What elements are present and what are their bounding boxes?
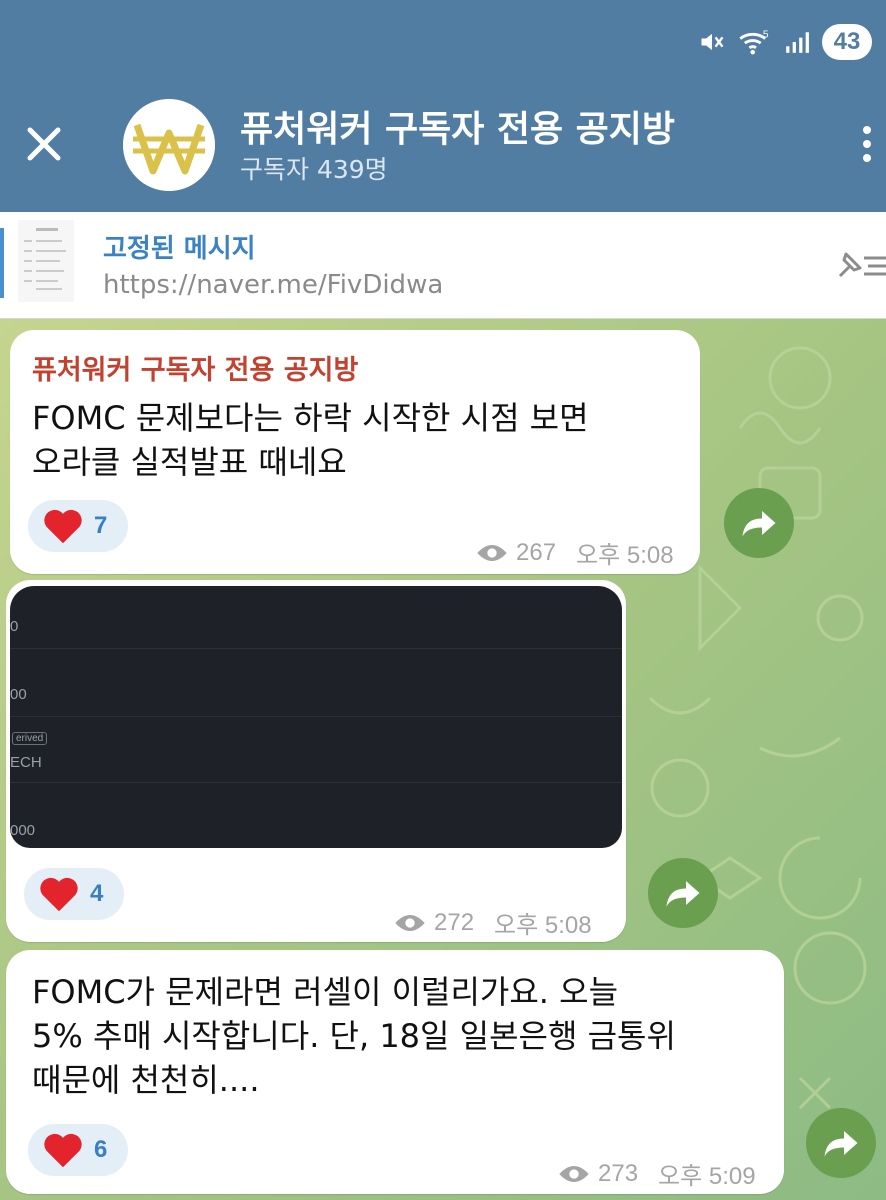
more-vertical-icon[interactable] xyxy=(860,126,874,166)
battery-indicator: 43 xyxy=(822,24,872,60)
message-time: 오후 5:08 xyxy=(494,912,592,939)
pinned-indicator xyxy=(0,228,4,298)
eye-icon xyxy=(477,544,507,561)
chat-title[interactable]: 퓨처워커 구독자 전용 공지방 xyxy=(240,100,675,152)
wifi-icon: 5 xyxy=(739,29,769,55)
heart-icon xyxy=(40,877,78,912)
share-arrow-icon xyxy=(666,881,700,907)
message-text: FOMC가 문제라면 러셀이 이럴리가요. 오늘 5% 추매 시작합니다. 단,… xyxy=(32,973,676,1099)
view-count: 267 xyxy=(516,538,557,566)
heart-reaction[interactable]: 4 xyxy=(24,868,124,920)
heart-icon xyxy=(44,509,82,544)
close-icon[interactable] xyxy=(22,122,66,166)
message-time: 오후 5:08 xyxy=(576,542,674,569)
eye-icon xyxy=(559,1165,589,1182)
chart-image[interactable]: 0 00 erived ECH 000 xyxy=(10,586,622,848)
pin-list-icon[interactable] xyxy=(834,246,886,284)
reaction-count: 4 xyxy=(90,880,104,907)
share-button[interactable] xyxy=(724,488,794,558)
pinned-label: 고정된 메시지 xyxy=(103,234,256,264)
message-text: FOMC 문제보다는 하락 시작한 시점 보면 오라클 실적발표 때네요 xyxy=(32,399,589,481)
mute-icon xyxy=(701,33,724,51)
message-meta: 267 오후 5:08 xyxy=(476,535,674,570)
pinned-thumbnail xyxy=(18,220,74,302)
chart-tick-label: 000 xyxy=(10,822,36,839)
chart-tick-label: 00 xyxy=(10,686,27,703)
share-arrow-icon xyxy=(824,1131,858,1157)
eye-icon xyxy=(395,914,425,931)
subscriber-count: 구독자 439명 xyxy=(240,155,388,184)
chart-tick-label: 0 xyxy=(10,618,19,635)
channel-avatar[interactable] xyxy=(123,99,215,191)
heart-reaction[interactable]: 7 xyxy=(28,500,128,552)
view-count: 272 xyxy=(434,908,475,936)
share-button[interactable] xyxy=(806,1108,876,1178)
chart-tick-label: ECH xyxy=(10,754,42,771)
svg-text:5: 5 xyxy=(763,29,769,40)
heart-reaction[interactable]: 6 xyxy=(28,1124,128,1176)
share-arrow-icon xyxy=(742,511,776,537)
view-count: 273 xyxy=(598,1159,639,1187)
heart-icon xyxy=(44,1133,82,1168)
reaction-count: 6 xyxy=(94,1136,108,1163)
share-button[interactable] xyxy=(648,858,718,928)
message-meta: 273 오후 5:09 xyxy=(558,1156,756,1191)
message-meta: 272 오후 5:08 xyxy=(394,905,592,940)
chart-tag: erived xyxy=(12,732,48,745)
message-time: 오후 5:09 xyxy=(658,1163,756,1190)
sender-name[interactable]: 퓨처워커 구독자 전용 공지방 xyxy=(32,348,358,387)
signal-icon xyxy=(786,32,809,53)
status-bar: 5 43 xyxy=(698,22,872,62)
reaction-count: 7 xyxy=(94,512,108,539)
won-logo-icon xyxy=(123,99,215,191)
pinned-text[interactable]: https://naver.me/FivDidwa xyxy=(103,270,443,300)
